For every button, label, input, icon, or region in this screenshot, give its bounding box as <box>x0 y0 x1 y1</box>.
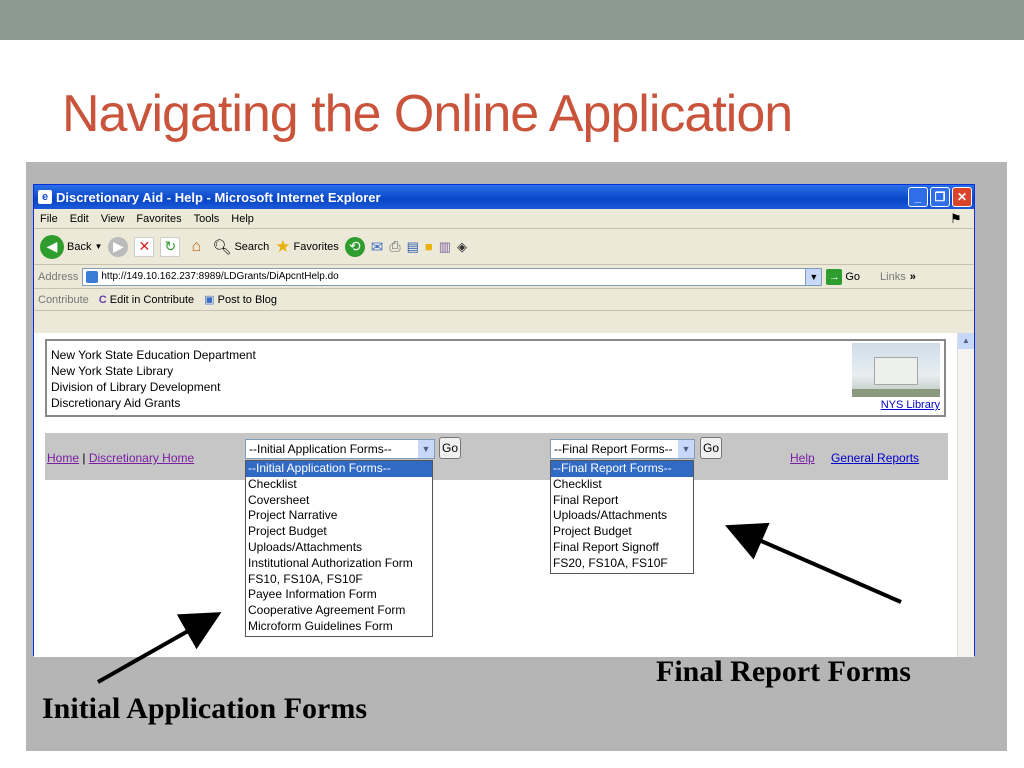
screenshot-panel: e Discretionary Aid - Help - Microsoft I… <box>26 162 1007 751</box>
top-band <box>0 0 1024 40</box>
arrow-to-final-forms <box>725 522 902 604</box>
final-forms-caption: Final Report Forms <box>656 655 911 688</box>
arrow-to-initial-forms <box>97 612 222 684</box>
slide-title: Navigating the Online Application <box>62 85 793 143</box>
initial-forms-caption: Initial Application Forms <box>42 692 368 725</box>
